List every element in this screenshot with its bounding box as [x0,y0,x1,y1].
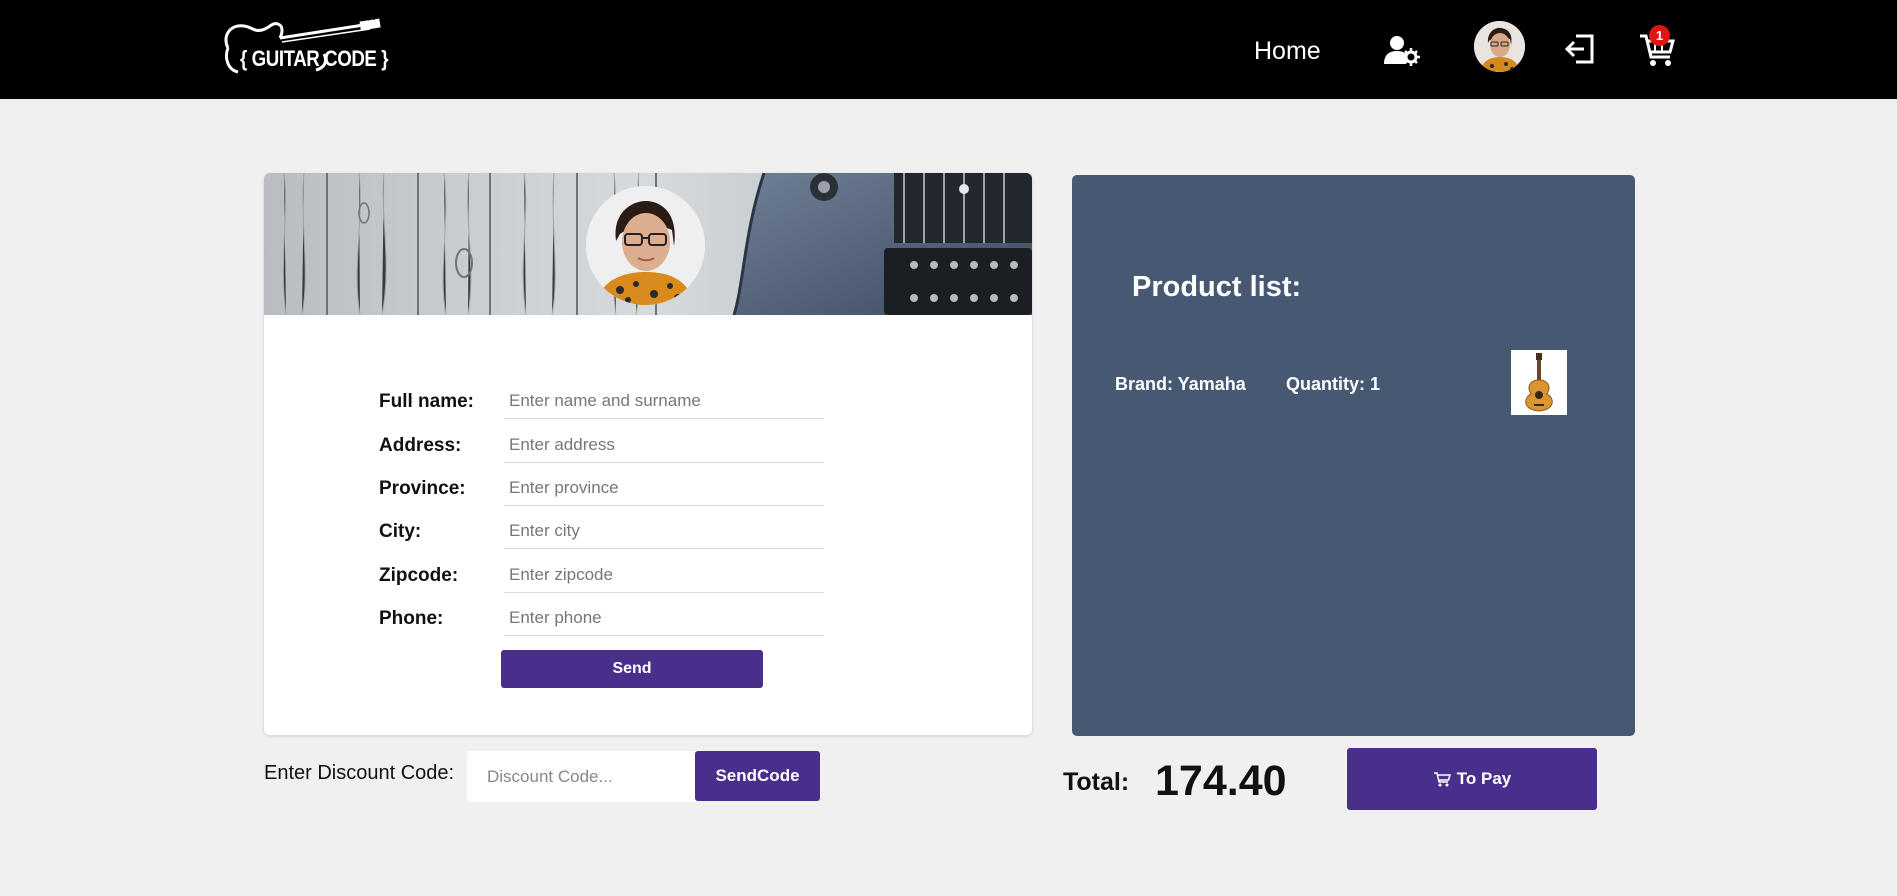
product-list-title: Product list: [1132,271,1302,303]
form-row-fullname: Full name: [379,383,839,423]
zipcode-input[interactable] [504,557,824,593]
fullname-input[interactable] [504,383,824,419]
product-brand: Brand: Yamaha [1115,374,1246,394]
product-thumbnail[interactable] [1511,350,1567,415]
province-input[interactable] [504,470,824,506]
fullname-label: Full name: [379,391,475,412]
address-input[interactable] [504,427,824,463]
logout-icon[interactable] [1564,32,1598,66]
city-label: City: [379,521,422,542]
logo-text: { GUITAR CODE } [240,46,389,71]
phone-input[interactable] [504,600,824,636]
total-value: 174.40 [1155,757,1287,805]
product-quantity: Quantity: 1 [1286,374,1381,394]
navbar: { GUITAR CODE } Home 1 [0,0,1897,99]
user-settings-icon[interactable] [1384,34,1420,66]
province-label: Province: [379,478,466,499]
discount-code-input[interactable] [467,751,697,802]
acoustic-guitar-icon [1511,350,1567,415]
phone-label: Phone: [379,608,444,629]
cart-icon [1433,772,1451,787]
profile-photo [586,186,705,305]
avatar[interactable] [1474,21,1525,72]
profile-banner [264,173,1032,315]
discount-code-label: Enter Discount Code: [264,762,455,784]
shipping-form-card: Full name: Address: Province: City: Zipc… [264,173,1032,735]
address-label: Address: [379,435,462,456]
zipcode-label: Zipcode: [379,565,459,586]
guitar-code-logo[interactable]: { GUITAR CODE } [220,18,390,78]
form-row-province: Province: [379,470,839,510]
cart-count-badge: 1 [1649,25,1670,46]
form-row-zipcode: Zipcode: [379,557,839,597]
to-pay-label: To Pay [1456,769,1512,788]
product-list-card: Product list: Brand: Yamaha Quantity: 1 [1072,175,1635,736]
send-button[interactable]: Send [501,650,763,688]
total-label: Total: [1063,768,1130,796]
send-code-button[interactable]: SendCode [695,751,820,801]
nav-home-link[interactable]: Home [1254,37,1321,66]
form-row-city: City: [379,513,839,553]
form-row-address: Address: [379,427,839,467]
to-pay-button[interactable]: To Pay [1347,748,1597,810]
form-row-phone: Phone: [379,600,839,640]
city-input[interactable] [504,513,824,549]
